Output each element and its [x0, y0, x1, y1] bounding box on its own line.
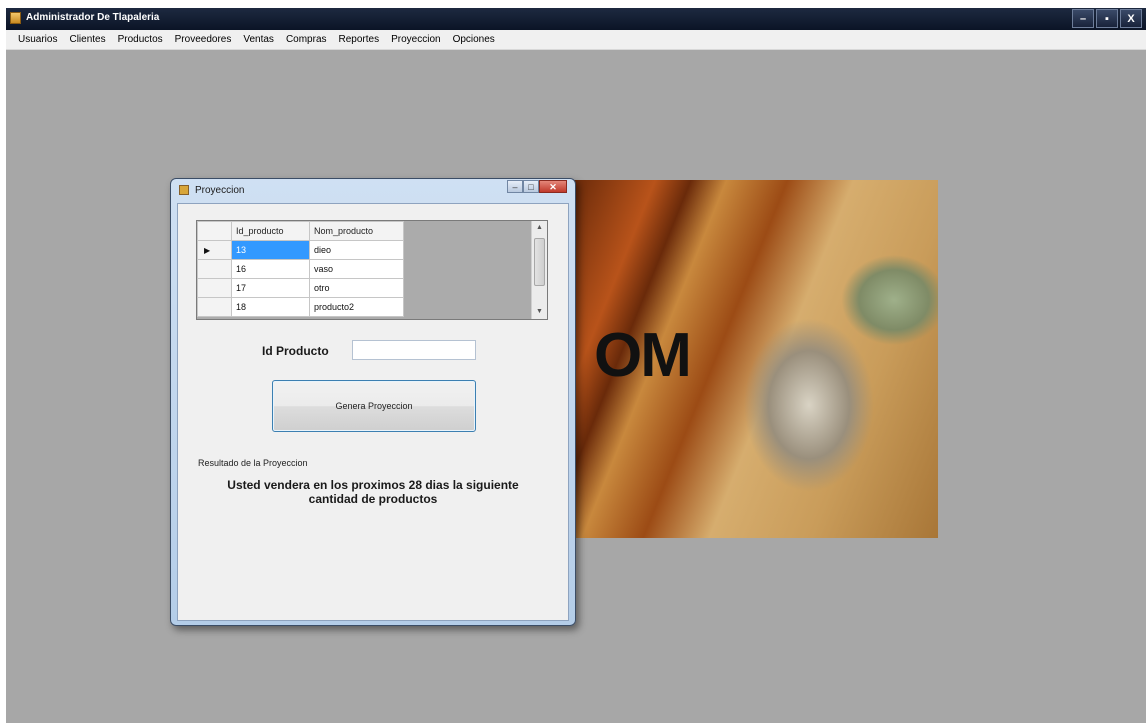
menu-proveedores[interactable]: Proveedores	[169, 30, 238, 50]
menu-productos[interactable]: Productos	[112, 30, 169, 50]
close-button[interactable]: X	[1120, 9, 1142, 28]
dialog-minimize-button[interactable]: –	[507, 180, 523, 193]
cell-id[interactable]: 16	[231, 259, 310, 279]
dialog-title: Proyeccion	[195, 185, 245, 196]
row-header[interactable]	[197, 259, 232, 279]
menu-ventas[interactable]: Ventas	[237, 30, 280, 50]
scroll-thumb[interactable]	[534, 238, 545, 286]
menu-clientes[interactable]: Clientes	[63, 30, 111, 50]
current-row-indicator-icon[interactable]: ▶	[197, 240, 232, 260]
menu-bar: Usuarios Clientes Productos Proveedores …	[6, 30, 1146, 50]
table-row[interactable]: 17 otro	[197, 278, 404, 298]
menu-reportes[interactable]: Reportes	[333, 30, 386, 50]
scroll-down-arrow-icon[interactable]: ▼	[532, 305, 547, 319]
table-row[interactable]: 18 producto2	[197, 297, 404, 317]
grid-corner-cell	[197, 221, 232, 241]
dialog-controls: – □ ✕	[507, 180, 567, 193]
row-header[interactable]	[197, 278, 232, 298]
grid-vertical-scrollbar[interactable]: ▲ ▼	[531, 221, 547, 319]
table-row[interactable]: ▶ 13 dieo	[197, 240, 404, 260]
cell-nombre[interactable]: producto2	[309, 297, 404, 317]
genera-proyeccion-button[interactable]: Genera Proyeccion	[272, 380, 476, 432]
dialog-client-area: Id_producto Nom_producto ▶ 13 dieo 16 va…	[177, 203, 569, 621]
menu-opciones[interactable]: Opciones	[447, 30, 501, 50]
dialog-maximize-button[interactable]: □	[523, 180, 539, 193]
app-window: Administrador De Tlapaleria – ▪ X Usuari…	[6, 8, 1146, 723]
app-titlebar[interactable]: Administrador De Tlapaleria – ▪ X	[6, 8, 1146, 30]
id-producto-label: Id Producto	[262, 344, 329, 358]
cell-id[interactable]: 17	[231, 278, 310, 298]
mdi-workspace: OM Proyeccion – □ ✕ Id_producto Nom_prod…	[6, 50, 1146, 723]
column-header-nombre[interactable]: Nom_producto	[309, 221, 404, 241]
table-row[interactable]: 16 vaso	[197, 259, 404, 279]
column-header-id[interactable]: Id_producto	[231, 221, 310, 241]
dialog-close-button[interactable]: ✕	[539, 180, 567, 193]
cell-id[interactable]: 13	[231, 240, 310, 260]
row-header[interactable]	[197, 297, 232, 317]
background-photo-text: OM	[594, 321, 692, 390]
cell-nombre[interactable]: otro	[309, 278, 404, 298]
minimize-button[interactable]: –	[1072, 9, 1094, 28]
window-controls: – ▪ X	[1072, 9, 1142, 28]
app-icon	[10, 12, 21, 24]
menu-usuarios[interactable]: Usuarios	[12, 30, 63, 50]
cell-nombre[interactable]: dieo	[309, 240, 404, 260]
scroll-up-arrow-icon[interactable]: ▲	[532, 221, 547, 235]
dialog-titlebar[interactable]: Proyeccion – □ ✕	[171, 179, 575, 203]
resultado-text: Usted vendera en los proximos 28 dias la…	[227, 478, 519, 506]
resultado-label: Resultado de la Proyeccion	[198, 458, 308, 468]
products-table: Id_producto Nom_producto ▶ 13 dieo 16 va…	[197, 221, 404, 317]
background-photo: OM	[574, 180, 938, 538]
menu-proyeccion[interactable]: Proyeccion	[385, 30, 446, 50]
maximize-button[interactable]: ▪	[1096, 9, 1118, 28]
menu-compras[interactable]: Compras	[280, 30, 333, 50]
form-icon	[179, 185, 189, 195]
products-grid[interactable]: Id_producto Nom_producto ▶ 13 dieo 16 va…	[196, 220, 548, 320]
id-producto-input[interactable]	[352, 340, 476, 360]
proyeccion-dialog: Proyeccion – □ ✕ Id_producto Nom_product…	[170, 178, 576, 626]
app-title: Administrador De Tlapaleria	[26, 12, 160, 23]
cell-nombre[interactable]: vaso	[309, 259, 404, 279]
cell-id[interactable]: 18	[231, 297, 310, 317]
grid-header-row: Id_producto Nom_producto	[197, 221, 404, 241]
